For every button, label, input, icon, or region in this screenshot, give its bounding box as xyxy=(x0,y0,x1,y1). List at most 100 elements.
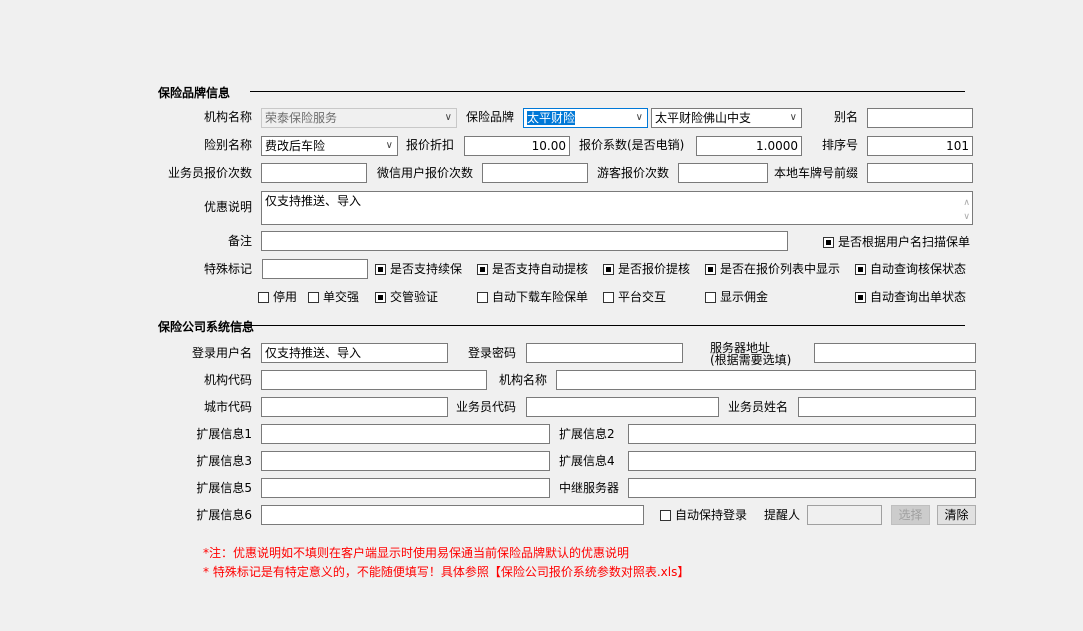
login-user-label: 登录用户名 xyxy=(191,346,252,360)
chevron-down-icon: ∨ xyxy=(635,112,643,123)
sort-label: 排序号 xyxy=(821,138,858,152)
agent-count-input[interactable] xyxy=(261,163,367,183)
ext4-input[interactable] xyxy=(628,451,976,471)
discount-label: 报价折扣 xyxy=(406,138,455,152)
branch-combo[interactable]: 太平财险佛山中支 ∨ xyxy=(651,108,802,128)
login-pwd-label: 登录密码 xyxy=(468,346,517,360)
discount-input[interactable]: 10.00 xyxy=(464,136,570,156)
promo-textarea[interactable]: 仅支持推送、导入 ∧ ∨ xyxy=(261,191,973,225)
chevron-down-icon: ∨ xyxy=(444,112,452,123)
checkbox-auto-query-review[interactable]: 自动查询核保状态 xyxy=(855,261,966,277)
checkbox-show-in-list[interactable]: 是否在报价列表中显示 xyxy=(705,261,840,277)
promo-value: 仅支持推送、导入 xyxy=(265,194,362,208)
checkbox-label: 显示佣金 xyxy=(720,290,769,304)
insurance-type-combo[interactable]: 费改后车险 ∨ xyxy=(261,136,398,156)
city-code-input[interactable] xyxy=(261,397,448,417)
checkbox-auto-review[interactable]: 是否支持自动提核 xyxy=(477,261,588,277)
scroll-down-icon[interactable]: ∨ xyxy=(963,208,970,224)
wechat-count-input[interactable] xyxy=(482,163,588,183)
checkbox-platform-interact[interactable]: 平台交互 xyxy=(603,289,666,305)
checkbox-label: 是否根据用户名扫描保单 xyxy=(838,235,971,249)
checkbox-show-commission[interactable]: 显示佣金 xyxy=(705,289,768,305)
sys-org-name-label: 机构名称 xyxy=(499,373,548,387)
checkbox-label: 是否支持自动提核 xyxy=(492,262,589,276)
checkbox-icon xyxy=(477,264,488,275)
checkbox-label: 是否报价提核 xyxy=(618,262,691,276)
note-promo: *注：优惠说明如不填则在客户端显示时使用易保通当前保险品牌默认的优惠说明 xyxy=(203,546,630,560)
checkbox-icon xyxy=(660,510,671,521)
checkbox-icon xyxy=(823,237,834,248)
plate-prefix-input[interactable] xyxy=(867,163,973,183)
checkbox-icon xyxy=(375,292,386,303)
insurance-type-value: 费改后车险 xyxy=(265,139,326,153)
plate-prefix-label: 本地车牌号前缀 xyxy=(773,166,858,180)
ext4-label: 扩展信息4 xyxy=(559,454,615,468)
login-user-input[interactable]: 仅支持推送、导入 xyxy=(261,343,448,363)
reminder-label: 提醒人 xyxy=(764,508,801,522)
coef-label: 报价系数(是否电销) xyxy=(579,138,685,152)
server-label: 服务器地址 (根据需要选填) xyxy=(710,342,791,366)
ext5-label: 扩展信息5 xyxy=(196,481,252,495)
checkbox-icon xyxy=(855,264,866,275)
checkbox-disabled[interactable]: 停用 xyxy=(258,289,297,305)
checkbox-scan-by-username[interactable]: 是否根据用户名扫描保单 xyxy=(823,234,970,250)
checkbox-auto-download[interactable]: 自动下载车险保单 xyxy=(477,289,588,305)
checkbox-label: 自动保持登录 xyxy=(675,508,748,522)
checkbox-auto-query-issue[interactable]: 自动查询出单状态 xyxy=(855,289,966,305)
checkbox-label: 平台交互 xyxy=(618,290,667,304)
checkbox-quote-review[interactable]: 是否报价提核 xyxy=(603,261,690,277)
brand-section-title: 保险品牌信息 xyxy=(158,86,231,100)
agent-count-label: 业务员报价次数 xyxy=(167,166,252,180)
agent-name-input[interactable] xyxy=(798,397,976,417)
org-name-combo[interactable]: 荣泰保险服务 ∨ xyxy=(261,108,457,128)
relay-input[interactable] xyxy=(628,478,976,498)
clear-button[interactable]: 清除 xyxy=(937,505,976,525)
branch-value: 太平财险佛山中支 xyxy=(655,111,752,125)
checkbox-label: 自动查询出单状态 xyxy=(870,290,967,304)
checkbox-icon xyxy=(705,264,716,275)
sort-input[interactable]: 101 xyxy=(867,136,973,156)
ext5-input[interactable] xyxy=(261,478,550,498)
sys-org-name-input[interactable] xyxy=(556,370,976,390)
org-code-input[interactable] xyxy=(261,370,487,390)
agent-code-input[interactable] xyxy=(526,397,719,417)
divider xyxy=(250,91,965,92)
ext1-input[interactable] xyxy=(261,424,550,444)
ext6-label: 扩展信息6 xyxy=(196,508,252,522)
reminder-input[interactable] xyxy=(807,505,882,525)
checkbox-traffic-verify[interactable]: 交管验证 xyxy=(375,289,438,305)
city-code-label: 城市代码 xyxy=(203,400,252,414)
checkbox-compulsory-only[interactable]: 单交强 xyxy=(308,289,359,305)
note-special: * 特殊标记是有特定意义的，不能随便填写！具体参照【保险公司报价系统参数对照表.… xyxy=(203,565,690,579)
agent-code-label: 业务员代码 xyxy=(456,400,517,414)
checkbox-icon xyxy=(705,292,716,303)
brand-label: 保险品牌 xyxy=(466,110,515,124)
org-name-label: 机构名称 xyxy=(203,110,252,124)
checkbox-label: 是否支持续保 xyxy=(390,262,463,276)
brand-combo[interactable]: 太平财险 ∨ xyxy=(523,108,648,128)
alias-input[interactable] xyxy=(867,108,973,128)
ext6-input[interactable] xyxy=(261,505,644,525)
select-button[interactable]: 选择 xyxy=(891,505,930,525)
checkbox-icon xyxy=(603,292,614,303)
guest-count-label: 游客报价次数 xyxy=(597,166,670,180)
special-input[interactable] xyxy=(262,259,368,279)
wechat-count-label: 微信用户报价次数 xyxy=(377,166,474,180)
checkbox-renewal[interactable]: 是否支持续保 xyxy=(375,261,462,277)
login-pwd-input[interactable] xyxy=(526,343,683,363)
ext3-input[interactable] xyxy=(261,451,550,471)
checkbox-label: 自动下载车险保单 xyxy=(492,290,589,304)
ext2-input[interactable] xyxy=(628,424,976,444)
ext2-label: 扩展信息2 xyxy=(559,427,615,441)
remark-input[interactable] xyxy=(261,231,788,251)
checkbox-label: 单交强 xyxy=(323,290,360,304)
checkbox-label: 自动查询核保状态 xyxy=(870,262,967,276)
coef-input[interactable]: 1.0000 xyxy=(696,136,802,156)
guest-count-input[interactable] xyxy=(678,163,768,183)
divider xyxy=(232,325,965,326)
chevron-down-icon: ∨ xyxy=(385,140,393,151)
checkbox-keep-login[interactable]: 自动保持登录 xyxy=(660,507,747,523)
chevron-down-icon: ∨ xyxy=(789,112,797,123)
alias-label: 别名 xyxy=(833,110,858,124)
server-input[interactable] xyxy=(814,343,976,363)
